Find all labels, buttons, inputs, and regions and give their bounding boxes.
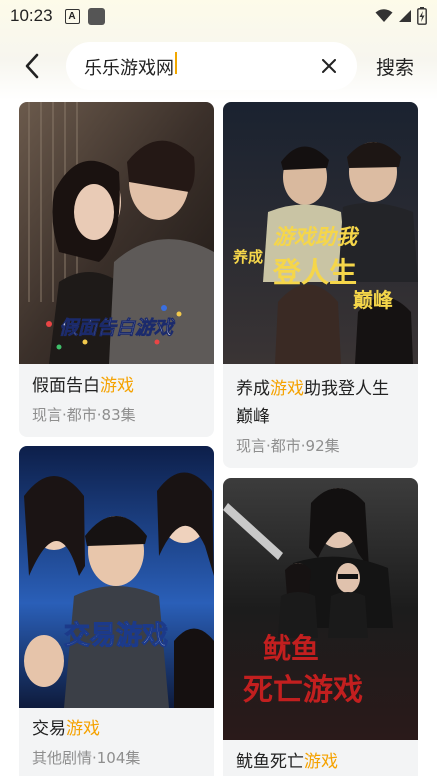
card-title: 养成游戏助我登人生巅峰 <box>236 375 411 431</box>
back-button[interactable] <box>18 52 46 80</box>
battery-icon <box>417 7 427 25</box>
result-card-4[interactable]: 鱿鱼 死亡游戏 鱿鱼死亡游戏 <box>223 478 418 776</box>
poster-title-text-b: 死亡游戏 <box>243 673 363 708</box>
text-caret <box>175 52 177 74</box>
result-card-2[interactable]: 养成 游戏助我 登人生 巅峰 养成游戏助我登人生 巅峰 现言·都市·92集 <box>223 102 418 468</box>
status-notification-icons: A <box>64 7 105 25</box>
poster-image: 鱿鱼 死亡游戏 <box>223 478 418 740</box>
card-meta: 现言·都市·83集 <box>32 406 136 424</box>
poster-title-text-a: 鱿鱼 <box>263 632 319 665</box>
close-icon <box>322 59 336 73</box>
result-card-3[interactable]: 交易游戏 交易游戏 其他剧情·104集 <box>19 446 214 776</box>
wifi-icon <box>375 9 393 22</box>
poster-title-text: 交易游戏 <box>64 620 168 651</box>
card-title-highlight: 游戏 <box>100 376 134 396</box>
card-title-line2: 巅峰 <box>236 407 270 427</box>
card-title-highlight: 游戏 <box>66 719 100 739</box>
chevron-left-icon <box>25 53 39 79</box>
card-title: 假面告白游戏 <box>32 372 134 400</box>
status-bar: 10:23 A <box>0 0 437 32</box>
card-title-text: 鱿鱼死亡 <box>236 752 304 772</box>
search-input-value: 乐乐游戏网 <box>84 58 174 79</box>
search-button[interactable]: 搜索 <box>376 53 414 80</box>
poster-image: 假面告白游戏 <box>19 102 214 364</box>
poster-title-text-c: 登人生 <box>272 256 357 289</box>
card-title-text-rest: 助我登人生 <box>304 379 389 399</box>
card-title-highlight: 游戏 <box>270 379 304 399</box>
status-system-icons <box>375 7 427 25</box>
result-card-1[interactable]: 假面告白游戏 假面告白游戏 现言·都市·83集 <box>19 102 214 437</box>
clear-search-button[interactable] <box>319 56 339 76</box>
card-title: 交易游戏 <box>32 715 100 743</box>
search-row: 乐乐游戏网 搜索 <box>0 40 437 92</box>
poster-title-text: 假面告白游戏 <box>59 317 176 339</box>
signal-icon <box>399 10 411 22</box>
notification-a-icon: A <box>64 8 80 24</box>
poster-image: 养成 游戏助我 登人生 巅峰 <box>223 102 418 364</box>
poster-title-text-b: 游戏助我 <box>273 225 360 249</box>
status-time: 10:23 <box>10 6 53 25</box>
card-meta: 其他剧情·104集 <box>32 749 141 767</box>
card-title-text: 假面告白 <box>32 376 100 396</box>
card-title: 鱿鱼死亡游戏 <box>236 748 338 776</box>
search-box[interactable]: 乐乐游戏网 <box>66 42 357 90</box>
poster-title-text-a: 养成 <box>232 248 263 266</box>
notification-square-icon <box>87 7 105 25</box>
card-title-highlight: 游戏 <box>304 752 338 772</box>
poster-title-text-d: 巅峰 <box>353 288 393 312</box>
card-meta: 现言·都市·92集 <box>236 437 340 455</box>
card-title-text: 养成 <box>236 379 270 399</box>
search-input[interactable]: 乐乐游戏网 <box>84 52 304 80</box>
poster-image: 交易游戏 <box>19 446 214 708</box>
card-title-text: 交易 <box>32 719 66 739</box>
